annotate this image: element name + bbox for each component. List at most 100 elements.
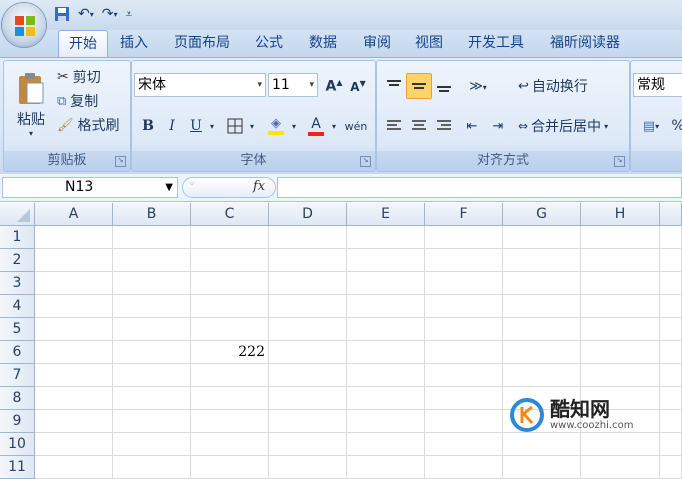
cell-B6[interactable] [113, 341, 191, 364]
alignment-launcher-icon[interactable]: ↘ [614, 156, 625, 167]
save-icon[interactable] [52, 4, 72, 24]
font-color-dropdown[interactable]: ▾ [328, 113, 340, 139]
wrap-text-button[interactable]: ↩ 自动换行 [517, 73, 589, 99]
cell-F9[interactable] [425, 410, 503, 433]
cell-B3[interactable] [113, 272, 191, 295]
cell-H2[interactable] [581, 249, 660, 272]
cell-F8[interactable] [425, 387, 503, 410]
paste-button[interactable]: 粘贴 ▾ [8, 63, 54, 145]
cell-C8[interactable] [191, 387, 269, 410]
tab-developer[interactable]: 开发工具 [460, 30, 532, 57]
cell-G5[interactable] [503, 318, 581, 341]
borders-button[interactable] [222, 113, 248, 139]
office-button[interactable] [2, 3, 46, 47]
row-header-11[interactable]: 11 [0, 456, 35, 479]
cell-partial[interactable] [660, 364, 682, 387]
cell-C9[interactable] [191, 410, 269, 433]
cell-A8[interactable] [35, 387, 113, 410]
cell-F4[interactable] [425, 295, 503, 318]
column-header-C[interactable]: C [191, 203, 269, 226]
fill-color-dropdown[interactable]: ▾ [288, 113, 300, 139]
cell-B2[interactable] [113, 249, 191, 272]
row-header-8[interactable]: 8 [0, 387, 35, 410]
cell-B1[interactable] [113, 226, 191, 249]
cell-C3[interactable] [191, 272, 269, 295]
name-box[interactable]: N13 ▼ [2, 177, 178, 198]
cell-A7[interactable] [35, 364, 113, 387]
cell-E10[interactable] [347, 433, 425, 456]
bold-button[interactable]: B [136, 113, 160, 139]
cell-D2[interactable] [269, 249, 347, 272]
copy-button[interactable]: ⧉ 复制 [56, 89, 99, 113]
column-header-D[interactable]: D [269, 203, 347, 226]
cell-A2[interactable] [35, 249, 113, 272]
row-header-5[interactable]: 5 [0, 318, 35, 341]
cell-E2[interactable] [347, 249, 425, 272]
row-header-1[interactable]: 1 [0, 226, 35, 249]
cell-E11[interactable] [347, 456, 425, 479]
cell-C4[interactable] [191, 295, 269, 318]
fx-icon[interactable]: fx [253, 179, 265, 194]
cell-H6[interactable] [581, 341, 660, 364]
merge-center-button[interactable]: ⇔ 合并后居中 ▾ [517, 113, 609, 139]
cell-B4[interactable] [113, 295, 191, 318]
cell-H11[interactable] [581, 456, 660, 479]
row-header-10[interactable]: 10 [0, 433, 35, 456]
align-left-button[interactable] [381, 113, 407, 139]
font-launcher-icon[interactable]: ↘ [360, 156, 371, 167]
cell-B7[interactable] [113, 364, 191, 387]
cell-F11[interactable] [425, 456, 503, 479]
row-header-3[interactable]: 3 [0, 272, 35, 295]
cell-partial[interactable] [660, 456, 682, 479]
cell-D7[interactable] [269, 364, 347, 387]
italic-button[interactable]: I [160, 113, 184, 139]
cell-C6[interactable]: 222 [191, 341, 269, 364]
row-header-7[interactable]: 7 [0, 364, 35, 387]
cell-G11[interactable] [503, 456, 581, 479]
tab-foxit-reader[interactable]: 福昕阅读器 [542, 30, 628, 57]
format-painter-button[interactable]: 🖌 格式刷 [56, 113, 121, 137]
cell-partial[interactable] [660, 433, 682, 456]
cell-E5[interactable] [347, 318, 425, 341]
cell-F5[interactable] [425, 318, 503, 341]
row-header-6[interactable]: 6 [0, 341, 35, 364]
row-header-2[interactable]: 2 [0, 249, 35, 272]
increase-indent-button[interactable]: ⇥ [485, 113, 511, 139]
undo-icon[interactable]: ↶ ▾ [76, 4, 96, 24]
column-header-B[interactable]: B [113, 203, 191, 226]
cell-partial[interactable] [660, 249, 682, 272]
cell-F7[interactable] [425, 364, 503, 387]
cell-C7[interactable] [191, 364, 269, 387]
cell-partial[interactable] [660, 410, 682, 433]
cell-partial[interactable] [660, 295, 682, 318]
phonetic-button[interactable]: wén [340, 113, 372, 139]
tab-page-layout[interactable]: 页面布局 [168, 30, 236, 57]
cell-H3[interactable] [581, 272, 660, 295]
underline-button[interactable]: U [184, 113, 208, 139]
cell-F3[interactable] [425, 272, 503, 295]
cell-H4[interactable] [581, 295, 660, 318]
orientation-button[interactable]: ≫▾ [461, 73, 495, 99]
cell-partial[interactable] [660, 272, 682, 295]
cell-partial[interactable] [660, 341, 682, 364]
font-color-button[interactable]: A [302, 113, 330, 139]
accounting-format-button[interactable]: ▤ ▾ [635, 113, 667, 139]
cell-C1[interactable] [191, 226, 269, 249]
borders-dropdown[interactable]: ▾ [246, 113, 258, 139]
cell-A11[interactable] [35, 456, 113, 479]
tab-formulas[interactable]: 公式 [246, 30, 292, 57]
cell-E3[interactable] [347, 272, 425, 295]
shrink-font-button[interactable]: A▼ [346, 73, 370, 99]
cell-E7[interactable] [347, 364, 425, 387]
row-header-4[interactable]: 4 [0, 295, 35, 318]
cell-F6[interactable] [425, 341, 503, 364]
cut-button[interactable]: ✂ 剪切 [56, 65, 102, 89]
cell-H5[interactable] [581, 318, 660, 341]
cell-D11[interactable] [269, 456, 347, 479]
cell-D10[interactable] [269, 433, 347, 456]
cell-B5[interactable] [113, 318, 191, 341]
cell-C5[interactable] [191, 318, 269, 341]
cell-A5[interactable] [35, 318, 113, 341]
cell-F10[interactable] [425, 433, 503, 456]
column-header-partial[interactable] [660, 203, 682, 226]
